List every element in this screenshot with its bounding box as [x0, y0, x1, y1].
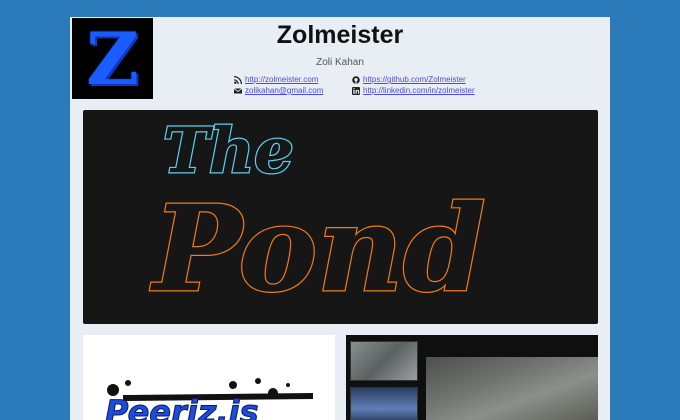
link-linkedin[interactable]: http://linkedin.com/in/zolmeister — [352, 86, 532, 95]
link-github[interactable]: https://github.com/Zolmeister — [352, 75, 532, 84]
link-email[interactable]: zolikahan@gmail.com — [234, 86, 342, 95]
thumbnail-strip — [350, 341, 418, 420]
rss-icon — [234, 75, 242, 84]
link-website[interactable]: http://zolmeister.com — [234, 75, 342, 84]
the-pond-logo: The The Pond Pond — [149, 113, 488, 320]
project-peeriz[interactable]: Peeriz.is — [83, 335, 335, 420]
linkedin-icon — [352, 86, 360, 95]
page-container: Z Zolmeister Zoli Kahan http://zolmeiste… — [70, 17, 610, 420]
thumbnail-elephant[interactable] — [350, 341, 418, 381]
contact-links: http://zolmeister.com https://github.com… — [234, 75, 534, 95]
pond-title-the-inner: The — [163, 114, 294, 187]
email-icon — [234, 87, 242, 95]
gallery-main-image — [426, 357, 598, 420]
thumbnail-mountain[interactable] — [350, 387, 418, 420]
link-linkedin-text[interactable]: http://linkedin.com/in/zolmeister — [363, 86, 475, 95]
pond-title-pond-inner: Pond — [150, 179, 486, 318]
project-the-pond[interactable]: The The Pond Pond — [83, 110, 598, 324]
link-email-text[interactable]: zolikahan@gmail.com — [245, 86, 323, 95]
page-title: Zolmeister — [276, 21, 404, 49]
link-website-text[interactable]: http://zolmeister.com — [245, 75, 318, 84]
page-subtitle: Zoli Kahan — [316, 57, 364, 68]
peeriz-logo: Peeriz.is — [105, 378, 313, 420]
github-icon — [352, 75, 360, 84]
project-gallery[interactable] — [346, 335, 598, 420]
link-github-text[interactable]: https://github.com/Zolmeister — [363, 75, 466, 84]
peeriz-logo-text: Peeriz.is — [105, 393, 259, 420]
